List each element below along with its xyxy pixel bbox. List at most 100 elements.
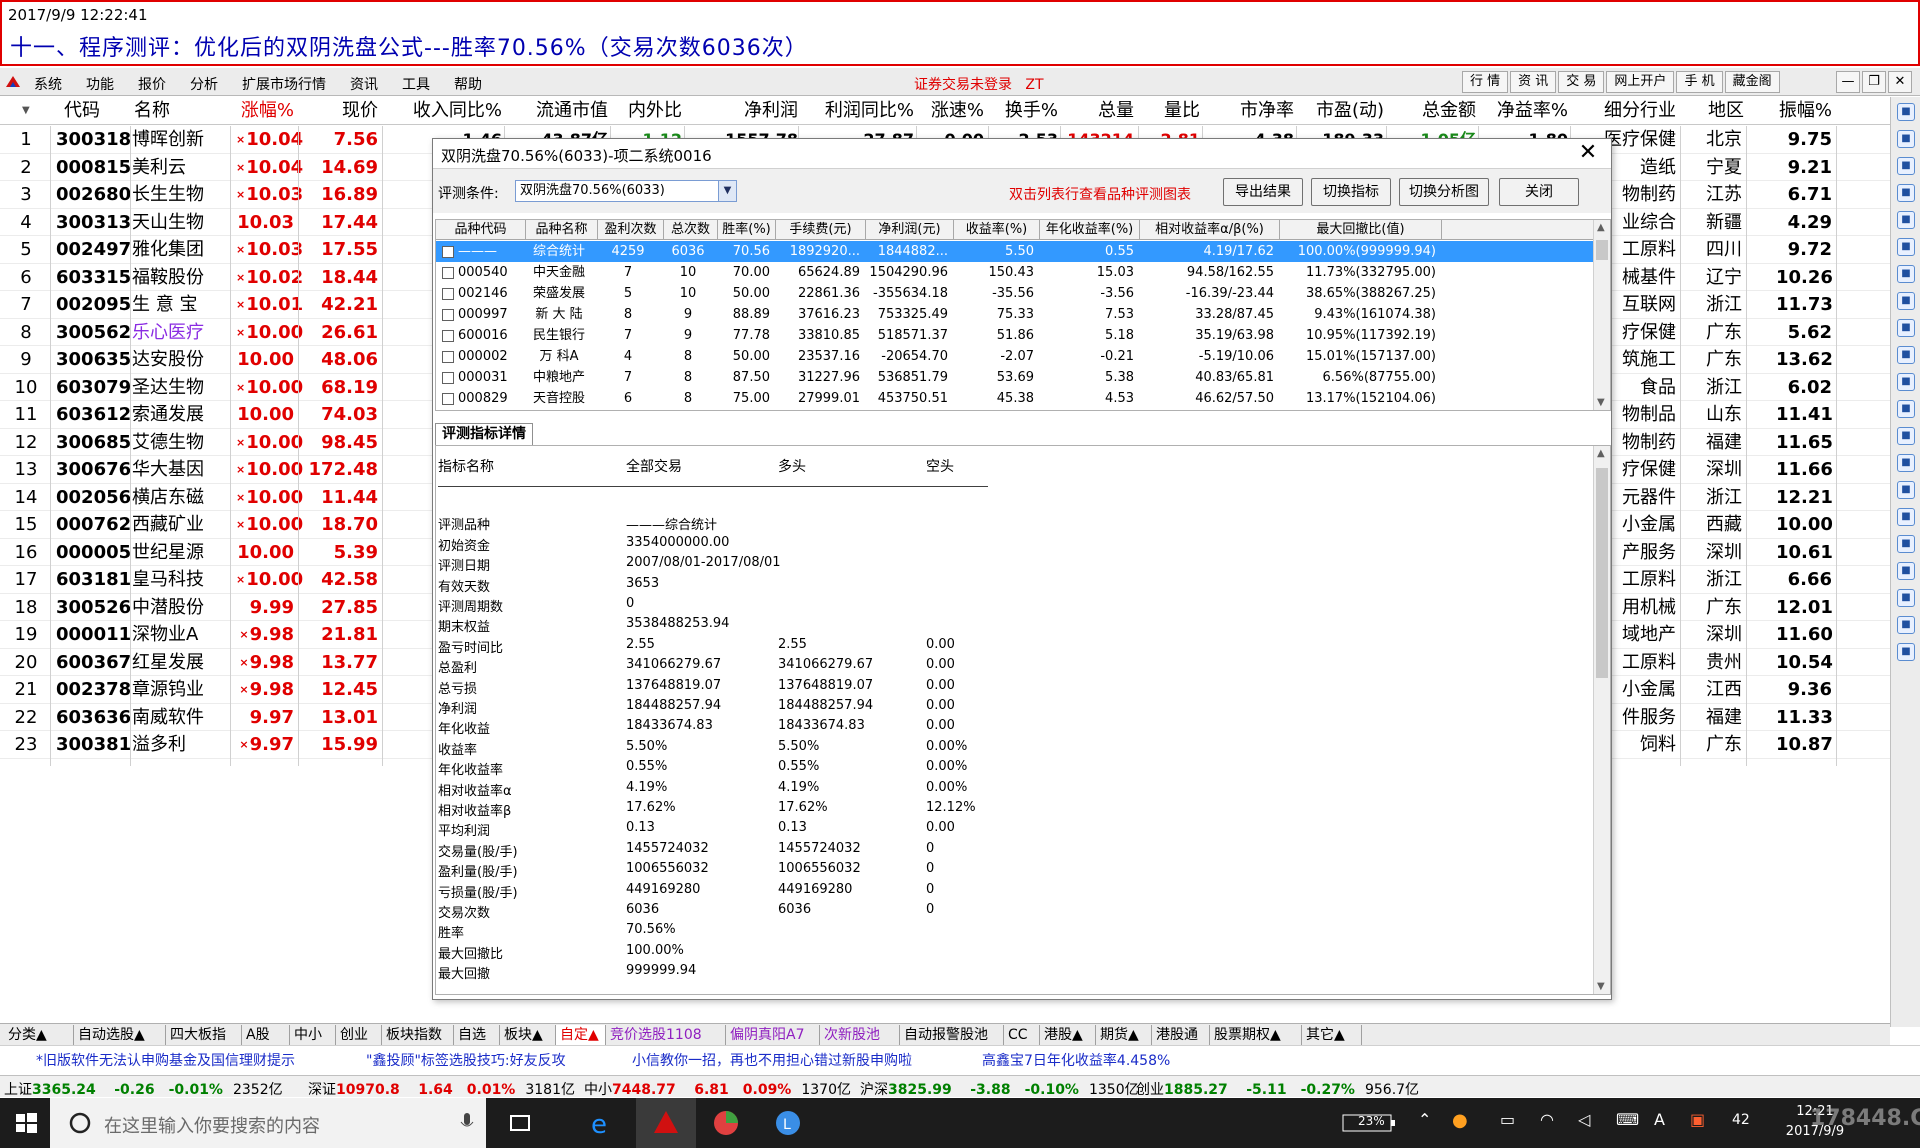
results-col-header[interactable]: 相对收益率α/β(%) (1140, 220, 1280, 240)
row-checkbox[interactable] (442, 330, 454, 342)
top-tab[interactable]: 藏金阁 (1724, 71, 1780, 93)
column-header-rev[interactable]: 收入同比% (384, 99, 502, 123)
column-header-chg[interactable]: 涨幅% (230, 99, 294, 123)
scroll-up-icon[interactable]: ▲ (1597, 222, 1605, 233)
switch-indicator-button[interactable]: 切换指标 (1311, 178, 1391, 206)
news-icon[interactable]: ■ (1897, 427, 1915, 445)
ticker-item[interactable]: 小信教你一招，再也不用担心错过新股申购啦 (632, 1050, 912, 1070)
trend-icon[interactable]: ■ (1897, 238, 1915, 256)
microphone-icon[interactable] (460, 1112, 474, 1134)
results-col-header[interactable]: 盈利次数 (598, 220, 664, 240)
top-tab[interactable]: 行 情 (1462, 71, 1509, 93)
clock-app-icon[interactable]: L (772, 1107, 804, 1139)
sheet-tab[interactable]: 中小 (290, 1025, 336, 1045)
report-icon[interactable]: ■ (1897, 292, 1915, 310)
column-header-mcap[interactable]: 流通市值 (506, 99, 608, 123)
f10-icon[interactable]: ■ (1897, 373, 1915, 391)
chart-app-icon[interactable] (710, 1107, 742, 1139)
ticker-item[interactable]: "鑫投顾"标签选股技巧:好友反攻 (366, 1050, 566, 1070)
results-col-header[interactable]: 手续费(元) (776, 220, 866, 240)
condition-select[interactable]: 双阴洗盘70.56%(6033) ▼ (515, 180, 737, 202)
column-header-code[interactable]: 代码 (40, 99, 100, 123)
menu-item[interactable]: 工具 (402, 74, 430, 94)
index-item[interactable]: 上证3365.24 -0.26 -0.01% 2352亿 (4, 1079, 283, 1099)
index-item[interactable]: 中小7448.77 6.81 0.09% 1370亿 (584, 1079, 851, 1099)
menu-item[interactable]: 分析 (190, 74, 218, 94)
ime-icon[interactable]: A (1654, 1110, 1665, 1129)
results-row[interactable]: 000997 新 大 陆 8 9 88.89 37616.23 753325.49 75.33… (436, 304, 1594, 325)
export-icon[interactable]: ■ (1897, 589, 1915, 607)
windows-start-icon[interactable] (10, 1107, 42, 1139)
menu-item[interactable]: 报价 (138, 74, 166, 94)
sort-down-icon[interactable]: ▼ (22, 105, 30, 116)
results-row[interactable]: 000002 万 科A 4 8 50.00 23537.16 -20654.70 -2.07 -… (436, 346, 1594, 367)
index-item[interactable]: 创业1885.27 -5.11 -0.27% 956.7亿 (1136, 1079, 1419, 1099)
results-col-header[interactable]: 品种代码 (436, 220, 526, 240)
menu-item[interactable]: 扩展市场行情 (242, 74, 326, 94)
down-arrow-icon[interactable]: ■ (1897, 157, 1915, 175)
f2-icon[interactable]: ■ (1897, 400, 1915, 418)
results-col-header[interactable]: 最大回撤比(值) (1280, 220, 1442, 240)
results-row[interactable]: 000829 天音控股 6 8 75.00 27999.01 453750.51 45.38 4… (436, 388, 1594, 409)
tray-chevron-up-icon[interactable]: ⌃ (1418, 1110, 1431, 1129)
row-checkbox[interactable] (442, 393, 454, 405)
column-header-price[interactable]: 现价 (300, 99, 378, 123)
row-checkbox[interactable] (442, 351, 454, 363)
sheet-tab[interactable]: 自动报警股池 (900, 1025, 1004, 1045)
task-view-icon[interactable] (504, 1107, 536, 1139)
column-header-pe[interactable]: 市盈(动) (1298, 99, 1384, 123)
gift-icon[interactable]: ■ (1897, 643, 1915, 661)
results-row[interactable]: 000540 中天金融 7 10 70.00 65624.89 1504290.96 150.… (436, 262, 1594, 283)
scroll-down-icon[interactable]: ▼ (1597, 981, 1605, 992)
sheet-tab[interactable]: 竞价选股1108 (606, 1025, 726, 1045)
results-scrollbar[interactable]: ▲ ▼ (1593, 220, 1610, 410)
results-col-header[interactable]: 净利润(元) (866, 220, 954, 240)
up-arrow-icon[interactable]: ■ (1897, 130, 1915, 148)
row-checkbox[interactable] (442, 246, 454, 258)
menu-item[interactable]: 系统 (34, 74, 62, 94)
column-header-region[interactable]: 地区 (1680, 99, 1744, 123)
results-col-header[interactable]: 品种名称 (526, 220, 598, 240)
column-header-profit_yoy[interactable]: 利润同比% (800, 99, 914, 123)
sheet-tab[interactable]: 板块▲ (500, 1025, 556, 1045)
export-results-button[interactable]: 导出结果 (1223, 178, 1303, 206)
close-icon[interactable]: ✕ (1888, 71, 1912, 93)
sheet-tab[interactable]: 自动选股▲ (74, 1025, 166, 1045)
sheet-tab[interactable]: 创业 (336, 1025, 382, 1045)
row-checkbox[interactable] (442, 309, 454, 321)
back-arrow-icon[interactable]: ■ (1897, 103, 1915, 121)
switch-chart-button[interactable]: 切换分析图 (1399, 178, 1489, 206)
column-header-amp[interactable]: 振幅% (1750, 99, 1832, 123)
row-checkbox[interactable] (442, 288, 454, 300)
results-col-header[interactable]: 总次数 (664, 220, 718, 240)
row-checkbox[interactable] (442, 372, 454, 384)
results-row[interactable]: ——— 综合统计 4259 6036 70.56 1892920... 1844882...… (436, 241, 1594, 262)
kline-icon[interactable]: ■ (1897, 184, 1915, 202)
top-tab[interactable]: 网上开户 (1606, 71, 1675, 93)
info-icon[interactable]: ■ (1897, 454, 1915, 472)
sheet-tab[interactable]: CC (1004, 1025, 1040, 1045)
column-header-volratio[interactable]: 量比 (1140, 99, 1200, 123)
scroll-thumb[interactable] (1596, 240, 1608, 260)
sheet-tab[interactable]: 其它▲ (1302, 1025, 1362, 1045)
minimize-icon[interactable]: — (1836, 71, 1860, 93)
menu-item[interactable]: 帮助 (454, 74, 482, 94)
index-item[interactable]: 深证10970.8 1.64 0.01% 3181亿 (308, 1079, 575, 1099)
scroll-thumb[interactable] (1596, 468, 1608, 678)
results-row[interactable]: 000031 中粮地产 7 8 87.50 31227.96 536851.79 53.69 5… (436, 367, 1594, 388)
sheet-tab[interactable]: 板块指数 (382, 1025, 454, 1045)
close-button[interactable]: 关闭 (1499, 178, 1579, 206)
cash-icon[interactable]: ■ (1897, 346, 1915, 364)
volume-icon[interactable]: ◁ (1578, 1110, 1590, 1129)
index-item[interactable]: 沪深3825.99 -3.88 -0.10% 1350亿 (860, 1079, 1139, 1099)
tab-indicator-details[interactable]: 评测指标详情 (435, 423, 533, 445)
taskbar-search-box[interactable]: 在这里输入你要搜索的内容 (50, 1098, 486, 1148)
zt-label[interactable]: ZT (1025, 77, 1043, 93)
sheet-tab[interactable]: 期货▲ (1096, 1025, 1152, 1045)
column-header-turnover[interactable]: 换手% (990, 99, 1058, 123)
results-col-header[interactable]: 胜率(%) (718, 220, 776, 240)
restore-icon[interactable]: ❐ (1862, 71, 1886, 93)
finance-icon[interactable]: ■ (1897, 265, 1915, 283)
print-icon[interactable]: ■ (1897, 616, 1915, 634)
ticker-item[interactable]: *旧版软件无法认申购基金及国信理财提示 (36, 1050, 295, 1070)
